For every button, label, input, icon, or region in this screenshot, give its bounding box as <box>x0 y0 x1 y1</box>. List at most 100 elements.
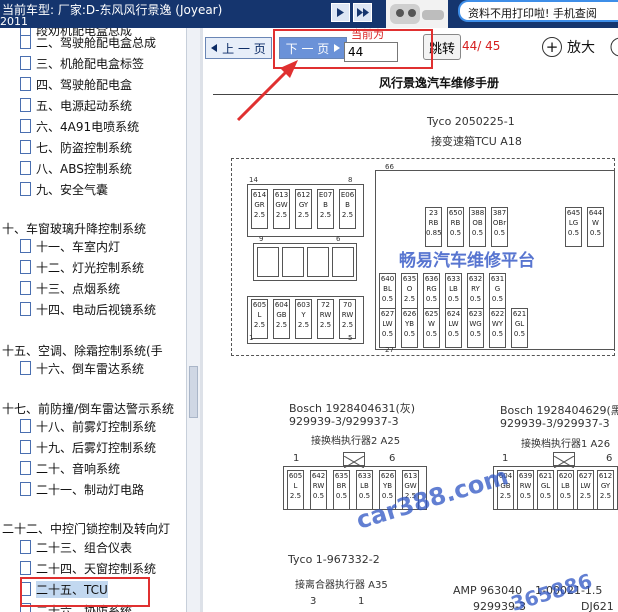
tree-item[interactable]: 二十二、中控门锁控制及转向灯 <box>2 518 170 538</box>
pin-text: 0.5 <box>471 229 484 237</box>
pin-text: 0.5 <box>447 295 460 303</box>
pin-text: 0.5 <box>491 330 504 338</box>
tree-item[interactable]: 二十、音响系统 <box>20 458 120 478</box>
pin-text: 614 <box>252 191 267 199</box>
pin-text: 613 <box>403 472 418 480</box>
restore-button[interactable] <box>610 34 618 60</box>
fast-forward-button[interactable] <box>353 3 372 22</box>
tree-item[interactable]: 十二、灯光控制系统 <box>20 257 144 277</box>
tree-item-label: 八、ABS控制系统 <box>36 161 132 176</box>
connector-pin: 624 LW 0.5 <box>445 308 462 348</box>
document-icon <box>20 419 31 433</box>
pin-text: 72 <box>321 301 330 309</box>
tree-item[interactable]: 二十三、组合仪表 <box>20 537 132 557</box>
zoom-in-button[interactable]: + 放大 <box>542 34 595 60</box>
tree-item[interactable]: 十七、前防撞/倒车雷达警示系统 <box>2 398 174 418</box>
pin-text: 70 <box>343 301 352 309</box>
connector-pin: E07 B 2.5 <box>317 189 334 229</box>
tree-item[interactable]: 十九、后雾灯控制系统 <box>20 437 156 457</box>
pin-text: 23 <box>429 209 438 217</box>
jump-button[interactable]: 跳转 <box>423 34 461 60</box>
manual-title: 风行景逸汽车维修手册 <box>379 76 500 90</box>
pin-text: 2.5 <box>297 211 310 219</box>
tree-item-label: 二十一、制动灯电路 <box>36 482 145 497</box>
pin-text: 0.5 <box>493 229 506 237</box>
tree-item[interactable]: 二十四、天窗控制系统 <box>20 558 156 578</box>
tree-item[interactable]: 八、ABS控制系统 <box>20 158 132 178</box>
pin-number-c1: 1 <box>358 596 365 607</box>
pin-text: LB <box>360 482 369 490</box>
tree-item[interactable]: 十四、电动后视镜系统 <box>20 299 156 319</box>
page-count: 44/ 45 <box>462 39 501 53</box>
pin-text: 624 <box>446 310 461 318</box>
tree-item[interactable]: 七、防盗控制系统 <box>20 137 132 157</box>
tree-item[interactable]: 二、驾驶舱配电盒总成 <box>20 32 156 52</box>
play-next-button[interactable] <box>331 3 350 22</box>
pin-text: 2.5 <box>253 321 266 329</box>
tree-item[interactable]: 十一、车室内灯 <box>20 236 120 256</box>
pin-text: 640 <box>380 275 395 283</box>
tree-item-label: 十六、倒车雷达系统 <box>36 361 145 376</box>
pin-number-a1: 1 <box>293 453 300 464</box>
tree-item[interactable]: 二十六、协防系统 <box>20 600 132 612</box>
tree-item[interactable]: 二十一、制动灯电路 <box>20 479 144 499</box>
tree-item[interactable]: 六、4A91电喷系统 <box>20 116 139 136</box>
next-page-button[interactable]: 下 一 页 <box>279 37 347 59</box>
tree-item[interactable]: 十、车窗玻璃升降控制系统 <box>2 218 146 238</box>
tyco-bottom-subtitle: 接离合器执行器 A35 <box>295 580 388 591</box>
pin-number-b6: 6 <box>606 453 613 464</box>
connector-latch-right <box>553 452 575 469</box>
tree-item[interactable]: 十五、空调、除霜控制系统(手 <box>2 340 163 360</box>
promo-banner[interactable]: 资料不用打印啦! 手机查阅 <box>458 0 618 22</box>
tree-item[interactable]: 十八、前雾灯控制系统 <box>20 416 156 436</box>
tree-item-label: 二十二、中控门锁控制及转向灯 <box>2 521 171 536</box>
empty-pin-slot <box>332 247 354 277</box>
pin-text: 605 <box>288 472 303 480</box>
connector-pin: 23 RB 0.85 <box>425 207 442 247</box>
tyco-top-part: Tyco 2050225-1 <box>427 115 515 128</box>
tree-item[interactable]: 三、机舱配电盒标签 <box>20 53 144 73</box>
current-vehicle-label: 当前车型: 厂家:D-东风风行景逸 (Joyear) <box>2 3 223 17</box>
tree-item-label: 十、车窗玻璃升降控制系统 <box>2 221 147 236</box>
prev-page-button[interactable]: 上 一 页 <box>205 37 272 59</box>
document-icon <box>20 56 31 70</box>
connector-pin: 623 WG 0.5 <box>467 308 484 348</box>
document-icon <box>20 302 31 316</box>
document-icon <box>20 281 31 295</box>
page-number-input[interactable] <box>344 42 398 62</box>
tree-item[interactable]: 十六、倒车雷达系统 <box>20 358 144 378</box>
connector-pin: 612 GY 2.5 <box>597 470 614 510</box>
tree-item-label: 三、机舱配电盒标签 <box>36 56 145 71</box>
document-icon <box>20 603 31 612</box>
tyco-bottom-part: Tyco 1-967332-2 <box>288 553 380 566</box>
tree-item[interactable]: 五、电源起动系统 <box>20 95 132 115</box>
pin-text: GL <box>514 320 525 328</box>
connector-pin: 613 GW 2.5 <box>273 189 290 229</box>
scrollbar-thumb[interactable] <box>189 366 198 418</box>
tree-item[interactable]: 九、安全气囊 <box>20 179 108 199</box>
document-icon <box>20 140 31 154</box>
pin-text: 2.5 <box>499 492 512 500</box>
pin-text: LW <box>448 320 459 328</box>
pin-text: 612 <box>598 472 613 480</box>
pin-text: 645 <box>566 209 581 217</box>
pin-text: 0.5 <box>539 492 552 500</box>
sidebar-scrollbar[interactable] <box>186 28 200 612</box>
connector-pin: 70 RW 2.5 <box>339 299 356 339</box>
pin-text: LW <box>580 482 591 490</box>
pin-text: OBr <box>492 219 507 227</box>
tree-item[interactable]: 二十五、TCU <box>20 579 108 599</box>
document-icon <box>20 35 31 49</box>
tree-item-label: 五、电源起动系统 <box>36 98 133 113</box>
top-bar: 当前车型: 厂家:D-东风风行景逸 (Joyear) 2011 资料不用打印啦!… <box>0 0 618 28</box>
pin-text: L <box>257 311 262 319</box>
tree-item-label: 二十四、天窗控制系统 <box>36 561 157 576</box>
pin-text: GY <box>600 482 611 490</box>
tree-item[interactable]: 四、驾驶舱配电盒 <box>20 74 132 94</box>
tree-item-label: 七、防盗控制系统 <box>36 140 133 155</box>
pin-text: 2.5 <box>275 321 288 329</box>
pin-text: W <box>428 320 435 328</box>
tree-item[interactable]: 十三、点烟系统 <box>20 278 120 298</box>
document-icon <box>20 361 31 375</box>
pin-text: 605 <box>252 301 267 309</box>
